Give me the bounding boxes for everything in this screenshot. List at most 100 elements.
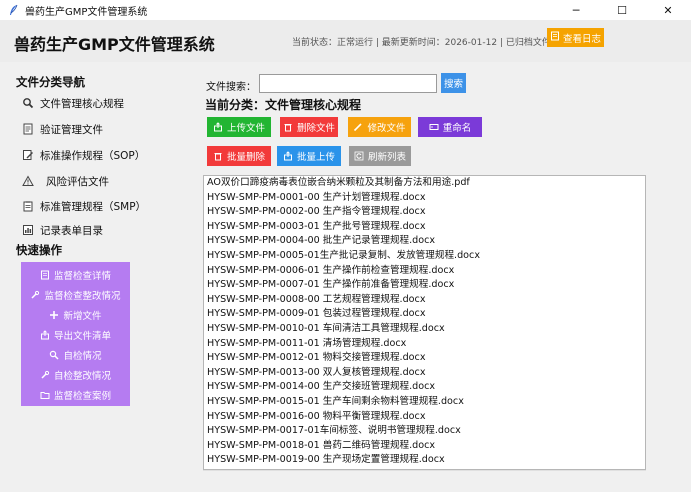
- list-divider: [203, 470, 646, 473]
- search-label: 文件搜索：: [206, 82, 256, 93]
- quick-supervision-cases[interactable]: 监督检查案例: [21, 385, 130, 405]
- category-title: 当前分类：文件管理核心规程: [205, 98, 362, 112]
- quick-actions-panel: 监督检查详情 监督检查整改情况 新增文件 导出文件清单 自检情况 自检整改情况: [21, 262, 130, 406]
- nav-section-title: 文件分类导航: [16, 75, 85, 89]
- file-list[interactable]: AO双价口蹄疫病毒表位嵌合纳米颗粒及其制备方法和用途.pdf HYSW-SMP-…: [203, 175, 646, 470]
- list-item[interactable]: HYSW-SMP-PM-0011-01 清场管理规程.docx: [204, 337, 645, 352]
- warning-icon: [22, 175, 34, 187]
- nav-item-risk[interactable]: 风险评估文件: [22, 171, 109, 191]
- list-item[interactable]: HYSW-SMP-PM-0015-01 生产车间剩余物料管理规程.docx: [204, 395, 645, 410]
- wrench-icon: [30, 290, 40, 300]
- list-item[interactable]: HYSW-SMP-PM-0006-01 生产操作前检查管理规程.docx: [204, 264, 645, 279]
- magnifier-icon: [22, 97, 34, 109]
- batch-upload-button[interactable]: 批量上传: [277, 146, 341, 166]
- list-item[interactable]: HYSW-SMP-PM-0008-00 工艺规程管理规程.docx: [204, 293, 645, 308]
- nav-item-records[interactable]: 记录表单目录: [22, 220, 103, 240]
- close-button[interactable]: ✕: [645, 0, 691, 20]
- list-item[interactable]: HYSW-SMP-PM-0017-01车间标签、说明书管理规程.docx: [204, 424, 645, 439]
- list-item[interactable]: HYSW-SMP-PM-0014-00 生产交接班管理规程.docx: [204, 380, 645, 395]
- delete-file-button[interactable]: 删除文件: [280, 117, 338, 137]
- quick-item-label: 监督检查详情: [53, 271, 111, 282]
- delete-file-label: 删除文件: [296, 123, 335, 134]
- list-item[interactable]: HYSW-SMP-PM-0016-00 物料平衡管理规程.docx: [204, 410, 645, 425]
- upload-file-label: 上传文件: [226, 123, 265, 134]
- folder-icon: [40, 390, 50, 400]
- magnifier-icon: [49, 350, 60, 360]
- refresh-icon: [354, 151, 364, 161]
- title-bar: 兽药生产GMP文件管理系统 ─ ☐ ✕: [0, 0, 691, 20]
- quick-item-label: 监督检查整改情况: [44, 291, 121, 302]
- status-text: 当前状态：正常运行 | 最新更新时间：2026-01-12 | 已归档文件：: [292, 38, 560, 48]
- window-controls: ─ ☐ ✕: [553, 0, 691, 20]
- main-panel: 文件搜索： 搜索 当前分类：文件管理核心规程 上传文件 删除文件 修改文件 重命…: [192, 62, 691, 492]
- quick-section-title: 快速操作: [16, 243, 62, 257]
- quick-export-list[interactable]: 导出文件清单: [21, 325, 130, 345]
- search-button[interactable]: 搜索: [441, 73, 466, 93]
- list-item[interactable]: HYSW-SMP-PM-0001-00 生产计划管理规程.docx: [204, 191, 645, 206]
- nav-item-label: 验证管理文件: [40, 123, 103, 136]
- view-log-button[interactable]: 查看日志: [547, 28, 604, 47]
- feather-icon: [7, 4, 19, 16]
- list-item[interactable]: HYSW-SMP-PM-0002-00 生产指令管理规程.docx: [204, 205, 645, 220]
- batch-delete-label: 批量删除: [226, 152, 265, 163]
- list-item[interactable]: HYSW-SMP-PM-0013-00 双人复核管理规程.docx: [204, 366, 645, 381]
- list-item[interactable]: HYSW-SMP-PM-0010-01 车间清洁工具管理规程.docx: [204, 322, 645, 337]
- edit-document-icon: [22, 149, 34, 161]
- refresh-list-button[interactable]: 刷新列表: [349, 146, 411, 166]
- clipboard-icon: [22, 200, 34, 212]
- modify-file-button[interactable]: 修改文件: [348, 117, 411, 137]
- trash-icon: [213, 151, 223, 161]
- rename-button[interactable]: 重命名: [418, 117, 482, 137]
- list-item[interactable]: HYSW-SMP-PM-0005-01生产批记录复制、发放管理规程.docx: [204, 249, 645, 264]
- quick-supervision-details[interactable]: 监督检查详情: [21, 265, 130, 285]
- quick-item-label: 导出文件清单: [53, 331, 111, 342]
- search-input[interactable]: [259, 74, 437, 93]
- minimize-button[interactable]: ─: [553, 0, 599, 20]
- document-icon: [40, 270, 50, 280]
- trash-icon: [283, 122, 293, 132]
- log-icon: [550, 31, 560, 44]
- quick-self-rectification[interactable]: 自检整改情况: [21, 365, 130, 385]
- pencil-icon: [353, 122, 363, 132]
- export-icon: [40, 330, 50, 340]
- batch-upload-label: 批量上传: [296, 152, 335, 163]
- nav-item-core-rules[interactable]: 文件管理核心规程: [22, 93, 124, 113]
- list-item[interactable]: HYSW-SMP-PM-0004-00 批生产记录管理规程.docx: [204, 234, 645, 249]
- app-window: 兽药生产GMP文件管理系统 ─ ☐ ✕ 兽药生产GMP文件管理系统 当前状态：正…: [0, 0, 691, 492]
- list-item[interactable]: HYSW-SMP-PM-0009-01 包装过程管理规程.docx: [204, 307, 645, 322]
- nav-item-label: 风险评估文件: [46, 175, 109, 188]
- rename-label: 重命名: [442, 123, 472, 134]
- quick-supervision-rectification[interactable]: 监督检查整改情况: [21, 285, 130, 305]
- nav-item-sop[interactable]: 标准操作规程（SOP）: [22, 145, 145, 165]
- nav-item-label: 文件管理核心规程: [40, 97, 124, 110]
- document-icon: [22, 123, 34, 135]
- quick-self-inspection[interactable]: 自检情况: [21, 345, 130, 365]
- app-title: 兽药生产GMP文件管理系统: [14, 35, 215, 54]
- quick-add-file[interactable]: 新增文件: [21, 305, 130, 325]
- upload-icon: [283, 151, 293, 161]
- quick-item-label: 自检情况: [63, 351, 102, 362]
- quick-item-label: 自检整改情况: [53, 371, 111, 382]
- batch-delete-button[interactable]: 批量删除: [207, 146, 271, 166]
- list-item[interactable]: HYSW-SMP-PM-0019-00 生产现场定置管理规程.docx: [204, 453, 645, 468]
- quick-item-label: 新增文件: [63, 311, 102, 322]
- modify-file-label: 修改文件: [367, 123, 406, 134]
- chart-icon: [22, 224, 34, 236]
- upload-icon: [213, 122, 223, 132]
- upload-file-button[interactable]: 上传文件: [207, 117, 271, 137]
- sidebar: 文件分类导航 文件管理核心规程 验证管理文件 标准操作规程（SOP） 风险评估文…: [0, 62, 192, 492]
- nav-item-validation[interactable]: 验证管理文件: [22, 119, 103, 139]
- window-title: 兽药生产GMP文件管理系统: [25, 6, 148, 18]
- list-item[interactable]: HYSW-SMP-PM-0007-01 生产操作前准备管理规程.docx: [204, 278, 645, 293]
- nav-item-label: 标准操作规程（SOP）: [40, 149, 146, 162]
- list-item[interactable]: HYSW-SMP-PM-0012-01 物料交接管理规程.docx: [204, 351, 645, 366]
- list-item[interactable]: AO双价口蹄疫病毒表位嵌合纳米颗粒及其制备方法和用途.pdf: [204, 176, 645, 191]
- nav-item-smp[interactable]: 标准管理规程（SMP）: [22, 196, 146, 216]
- quick-item-label: 监督检查案例: [53, 391, 111, 402]
- maximize-button[interactable]: ☐: [599, 0, 645, 20]
- list-item[interactable]: HYSW-SMP-PM-0018-01 兽药二维码管理规程.docx: [204, 439, 645, 454]
- header: 兽药生产GMP文件管理系统 当前状态：正常运行 | 最新更新时间：2026-01…: [0, 20, 691, 62]
- nav-item-label: 标准管理规程（SMP）: [40, 200, 147, 213]
- list-item[interactable]: HYSW-SMP-PM-0003-01 生产批号管理规程.docx: [204, 220, 645, 235]
- plus-icon: [49, 310, 59, 320]
